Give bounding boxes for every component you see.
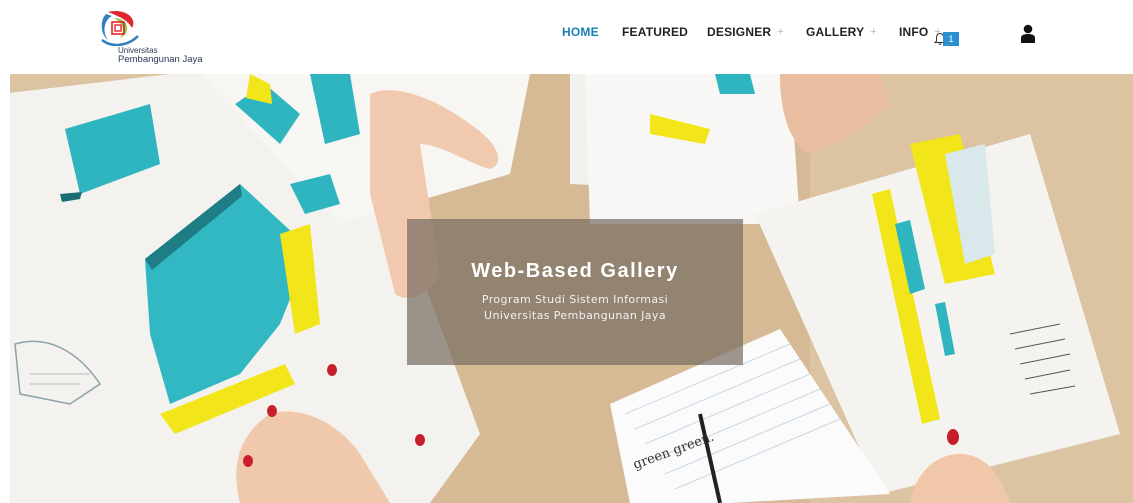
nav-info-label: INFO [899, 25, 929, 39]
hero-subtitle: Program Studi Sistem Informasi Universit… [407, 292, 743, 324]
expand-plus-icon: + [777, 26, 784, 38]
hero-caption-box: Web-Based Gallery Program Studi Sistem I… [407, 219, 743, 365]
university-name-line2: Pembangunan Jaya [118, 54, 203, 65]
nav-gallery-label: GALLERY [806, 25, 865, 39]
hero-subtitle-line2: Universitas Pembangunan Jaya [484, 309, 666, 322]
notification-badge[interactable]: 1 [943, 32, 959, 46]
site-header: Universitas Pembangunan Jaya HOME FEATUR… [0, 0, 1133, 74]
hero-title: Web-Based Gallery [471, 260, 679, 282]
hero-banner: green green. Web-Based Gallery Program S… [10, 74, 1133, 503]
nav-featured-label: FEATURED [622, 25, 689, 39]
nav-home[interactable]: HOME [562, 25, 599, 39]
nav-designer-label: DESIGNER [707, 25, 772, 39]
nav-designer[interactable]: DESIGNER + [707, 25, 784, 39]
logo-mark-icon [101, 10, 139, 46]
university-logo[interactable]: Universitas Pembangunan Jaya [98, 10, 238, 66]
nav-featured[interactable]: FEATURED [622, 25, 688, 39]
user-icon[interactable] [1020, 24, 1036, 44]
university-name: Universitas Pembangunan Jaya [118, 46, 203, 64]
nav-home-label: HOME [562, 25, 599, 39]
nav-gallery[interactable]: GALLERY + [806, 25, 877, 39]
hero-subtitle-line1: Program Studi Sistem Informasi [481, 293, 669, 306]
expand-plus-icon: + [870, 26, 877, 38]
